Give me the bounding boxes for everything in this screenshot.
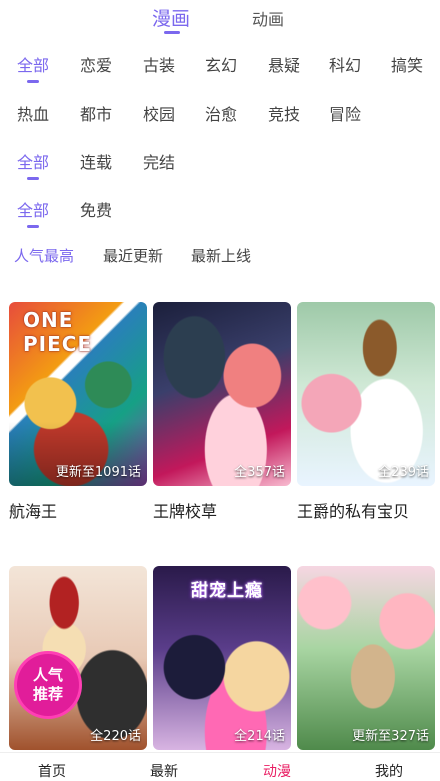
genre-chip-fantasy[interactable]: 玄幻 [205,52,237,76]
tab-indicator [164,31,180,34]
cover-logo: ONE PIECE [23,308,93,356]
episode-badge: 全239话 [378,465,429,480]
sort-newest[interactable]: 最新上线 [191,245,251,266]
genre-filter-row-2: 热血 都市 校园 治愈 竞技 冒险 [0,101,440,135]
genre-chip-suspense[interactable]: 悬疑 [268,52,300,76]
genre-indicator [27,80,39,83]
episode-badge: 全357话 [234,465,285,480]
sort-popular[interactable]: 人气最高 [14,245,74,266]
cover-logo: 甜宠上瘾 [191,581,263,601]
comic-cover[interactable]: ONE PIECE 更新至1091话 [9,302,147,486]
status-chip-completed[interactable]: 完结 [143,149,175,173]
status-indicator [27,177,39,180]
popular-recommend-badge: 人气推荐 [17,654,79,716]
comic-cover[interactable]: 甜宠上瘾 全214话 [153,566,291,750]
genre-filter-row-1: 全部 恋爱 古装 玄幻 悬疑 科幻 搞笑 [0,52,440,86]
comic-title[interactable]: 王牌校草 [153,498,217,522]
comic-title[interactable]: 王爵的私有宝贝 [297,498,409,522]
comic-cover[interactable]: 全357话 [153,302,291,486]
genre-chip-costume[interactable]: 古装 [143,52,175,76]
price-indicator [27,225,39,228]
status-chip-ongoing[interactable]: 连载 [80,149,112,173]
price-chip-all[interactable]: 全部 [17,197,49,221]
bottom-nav: 首页 最新 动漫 我的 [0,752,440,781]
nav-profile[interactable]: 我的 [375,761,403,781]
price-filter-row: 全部 免费 [0,197,440,231]
genre-chip-action[interactable]: 热血 [17,101,49,125]
tab-anime[interactable]: 动画 [252,6,284,30]
genre-chip-all[interactable]: 全部 [17,52,49,76]
genre-chip-comedy[interactable]: 搞笑 [391,52,423,76]
genre-chip-campus[interactable]: 校园 [143,101,175,125]
comic-cover[interactable]: 更新至327话 [297,566,435,750]
top-tabs: 漫画 动画 [0,0,440,36]
episode-badge: 更新至327话 [352,729,429,744]
genre-chip-scifi[interactable]: 科幻 [329,52,361,76]
genre-chip-romance[interactable]: 恋爱 [80,52,112,76]
nav-home[interactable]: 首页 [38,761,66,781]
comic-cover[interactable]: 全239话 [297,302,435,486]
comic-cover[interactable]: 人气推荐 全220话 [9,566,147,750]
genre-chip-healing[interactable]: 治愈 [205,101,237,125]
genre-chip-adventure[interactable]: 冒险 [329,101,361,125]
comic-title[interactable]: 航海王 [9,498,57,522]
episode-badge: 全220话 [90,729,141,744]
promo-text: 人气推荐 [32,666,63,703]
nav-latest[interactable]: 最新 [150,761,178,781]
episode-badge: 更新至1091话 [55,465,141,480]
genre-chip-sports[interactable]: 竞技 [268,101,300,125]
nav-anime-comics[interactable]: 动漫 [263,761,291,781]
genre-chip-urban[interactable]: 都市 [80,101,112,125]
episode-badge: 全214话 [234,729,285,744]
status-chip-all[interactable]: 全部 [17,149,49,173]
status-filter-row: 全部 连载 完结 [0,149,440,183]
price-chip-free[interactable]: 免费 [80,197,112,221]
sort-row: 人气最高 最近更新 最新上线 [0,245,440,269]
tab-manga[interactable]: 漫画 [152,4,190,31]
sort-recently-updated[interactable]: 最近更新 [103,245,163,266]
